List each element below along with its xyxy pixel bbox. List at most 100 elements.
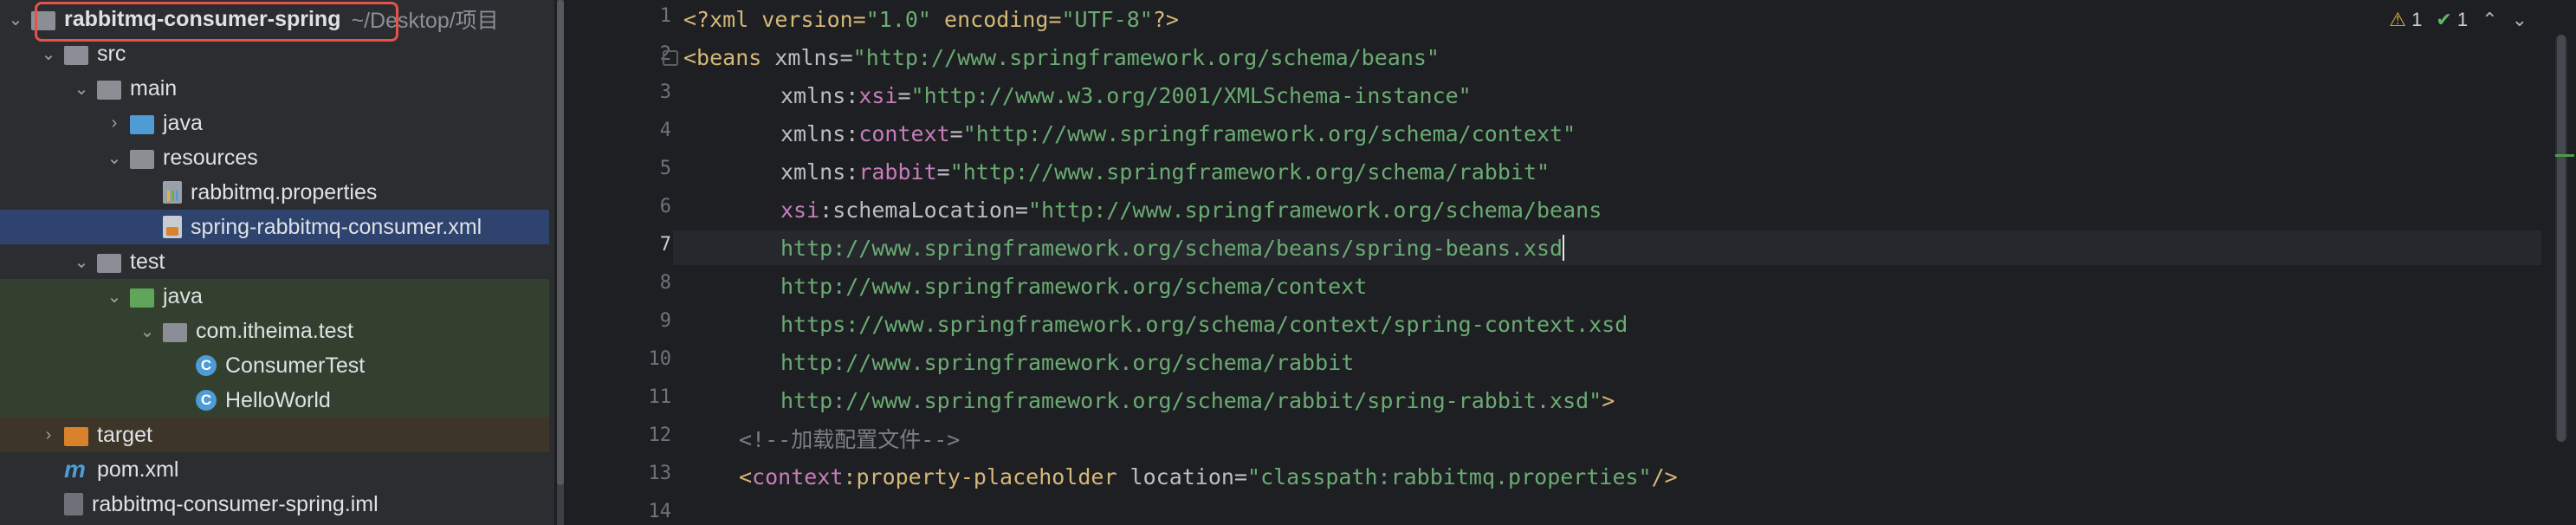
line-number: 13 bbox=[648, 463, 672, 484]
tree-item-helloworld[interactable]: C HelloWorld bbox=[0, 383, 549, 418]
code-line-3: xmlns: xsi = "http://www.w3.org/2001/XMLSch… bbox=[780, 78, 1472, 113]
tree-item-target[interactable]: › target bbox=[0, 418, 549, 452]
line-number: 6 bbox=[659, 196, 671, 217]
tag-open: < bbox=[739, 463, 753, 489]
tree-item-resources[interactable]: ⌄ resources bbox=[0, 140, 549, 175]
chevron-down-icon[interactable]: ⌄ bbox=[106, 147, 123, 169]
tree-item-label: HelloWorld bbox=[225, 387, 331, 412]
tree-item-label: rabbitmq.properties bbox=[191, 179, 378, 204]
line-number: 14 bbox=[648, 501, 672, 522]
tag-name: :property-placeholder bbox=[843, 463, 1117, 489]
tree-item-consumertest[interactable]: C ConsumerTest bbox=[0, 348, 549, 383]
tree-item-label: resources bbox=[163, 145, 258, 170]
tree-item-label: test bbox=[130, 249, 165, 274]
chevron-down-icon[interactable]: ⌄ bbox=[106, 286, 123, 308]
editor-scrollbar[interactable] bbox=[2555, 35, 2567, 442]
code-line-2: <beans xmlns= "http://www.springframework… bbox=[683, 40, 1440, 75]
xml-encoding-attr: encoding= bbox=[930, 6, 1062, 32]
chevron-down-icon[interactable]: ⌄ bbox=[40, 43, 57, 65]
tree-item-label: pom.xml bbox=[97, 457, 179, 482]
class-icon: C bbox=[196, 355, 217, 376]
xml-comment: <!--加载配置文件--> bbox=[739, 427, 961, 452]
chevron-down-icon[interactable]: ⌄ bbox=[73, 78, 90, 100]
tag-end: > bbox=[1602, 387, 1615, 413]
xml-version: "1.0" bbox=[865, 6, 931, 32]
inspection-widget[interactable]: ⚠ 1 ✔ 1 ⌃ ⌄ bbox=[2389, 9, 2527, 31]
ok-count: 1 bbox=[2456, 9, 2469, 30]
change-marker bbox=[2555, 154, 2574, 157]
namespace: xsi bbox=[780, 197, 820, 223]
tree-item-properties[interactable]: rabbitmq.properties bbox=[0, 175, 549, 210]
code-line-8: http://www.springframework.org/schema/co… bbox=[780, 269, 1367, 303]
code-line-4: xmlns: context = "http://www.springframewor… bbox=[780, 116, 1576, 151]
attr-name: xmlns: bbox=[780, 120, 859, 146]
tree-item-java[interactable]: › java bbox=[0, 106, 549, 140]
fold-marker-icon[interactable] bbox=[663, 50, 678, 66]
code-line-7: http://www.springframework.org/schema/be… bbox=[780, 230, 1565, 265]
code-line-1: <?xml version= "1.0" encoding= "UTF-8" ?> bbox=[683, 2, 1179, 36]
tree-item-test[interactable]: ⌄ test bbox=[0, 244, 549, 279]
attr-name: xmlns: bbox=[780, 159, 859, 185]
editor-scrollbar-thumb[interactable] bbox=[2557, 35, 2566, 442]
tag-name: <beans bbox=[683, 44, 762, 70]
namespace: context bbox=[752, 463, 844, 489]
ok-indicator[interactable]: ✔ 1 bbox=[2436, 9, 2468, 31]
attr-name: xmlns: bbox=[780, 82, 859, 108]
tree-item-label: com.itheima.test bbox=[196, 318, 354, 343]
namespace: context bbox=[858, 120, 950, 146]
chevron-down-icon[interactable]: ⌄ bbox=[7, 9, 24, 30]
attr-name: :schemaLocation= bbox=[819, 197, 1028, 223]
line-number: 11 bbox=[648, 386, 672, 408]
attr-value: http://www.springframework.org/schema/ra… bbox=[780, 387, 1602, 413]
tree-item-src[interactable]: ⌄ src bbox=[0, 36, 549, 71]
tree-item-label: java bbox=[163, 283, 203, 308]
attr-eq: = bbox=[897, 82, 911, 108]
code-editor[interactable]: <?xml version= "1.0" encoding= "UTF-8" ?> <… bbox=[663, 0, 2541, 525]
attr-value: "http://www.w3.org/2001/XMLSchema-instan… bbox=[910, 82, 1472, 108]
tree-item-iml[interactable]: rabbitmq-consumer-spring.iml bbox=[0, 487, 549, 522]
attr-value: "classpath:rabbitmq.properties" bbox=[1247, 463, 1652, 489]
tree-item-package[interactable]: ⌄ com.itheima.test bbox=[0, 314, 549, 348]
tree-scrollbar[interactable] bbox=[557, 0, 564, 525]
attr-eq: = bbox=[936, 159, 950, 185]
line-number: 8 bbox=[659, 272, 671, 294]
check-double-icon: ✔ bbox=[2436, 9, 2452, 30]
chevron-right-icon[interactable]: › bbox=[106, 113, 123, 133]
tree-item-test-java[interactable]: ⌄ java bbox=[0, 279, 549, 314]
chevron-down-icon[interactable]: ⌄ bbox=[73, 251, 90, 273]
chevron-down-icon[interactable]: ⌄ bbox=[139, 321, 156, 342]
namespace: xsi bbox=[858, 82, 898, 108]
attr-value: "http://www.springframework.org/schema/r… bbox=[949, 159, 1550, 185]
line-number: 10 bbox=[648, 348, 672, 370]
tree-item-label: spring-rabbitmq-consumer.xml bbox=[191, 214, 482, 239]
attr-value: http://www.springframework.org/schema/ra… bbox=[780, 349, 1355, 375]
attr-value: "http://www.springframework.org/schema/b… bbox=[1027, 197, 1602, 223]
tree-item-pom[interactable]: m pom.xml bbox=[0, 452, 549, 487]
attr-value: http://www.springframework.org/schema/be… bbox=[780, 235, 1563, 261]
line-number: 12 bbox=[648, 425, 672, 446]
code-line-6: xsi:schemaLocation= "http://www.springfra… bbox=[780, 192, 1602, 227]
warning-indicator[interactable]: ⚠ 1 bbox=[2389, 9, 2422, 31]
tree-item-xml[interactable]: spring-rabbitmq-consumer.xml bbox=[0, 210, 549, 244]
tree-item-main[interactable]: ⌄ main bbox=[0, 71, 549, 106]
code-line-10: http://www.springframework.org/schema/ra… bbox=[780, 345, 1354, 379]
folder-icon bbox=[97, 81, 121, 100]
source-folder-icon bbox=[130, 115, 154, 134]
line-number-gutter: 1 2 3 4 5 6 7 8 9 10 11 12 13 14 bbox=[567, 0, 671, 525]
attr-value: https://www.springframework.org/schema/c… bbox=[780, 311, 1628, 337]
tree-item-label: rabbitmq-consumer-spring.iml bbox=[92, 491, 379, 516]
xml-encoding: "UTF-8" bbox=[1061, 6, 1153, 32]
line-number-current: 7 bbox=[659, 234, 671, 256]
tree-item-label: main bbox=[130, 75, 178, 100]
excluded-folder-icon bbox=[64, 427, 88, 446]
code-line-12: <!--加载配置文件--> bbox=[739, 421, 960, 456]
xml-decl: <?xml version= bbox=[683, 6, 866, 32]
warning-icon: ⚠ bbox=[2389, 9, 2406, 30]
resources-folder-icon bbox=[130, 150, 154, 169]
chevron-up-icon[interactable]: ⌃ bbox=[2482, 9, 2497, 31]
tree-item-label: ConsumerTest bbox=[225, 353, 366, 378]
chevron-right-icon[interactable]: › bbox=[40, 425, 57, 445]
chevron-down-icon[interactable]: ⌄ bbox=[2512, 9, 2527, 31]
tree-item-label: target bbox=[97, 422, 152, 447]
tree-scrollbar-thumb[interactable] bbox=[557, 0, 564, 485]
